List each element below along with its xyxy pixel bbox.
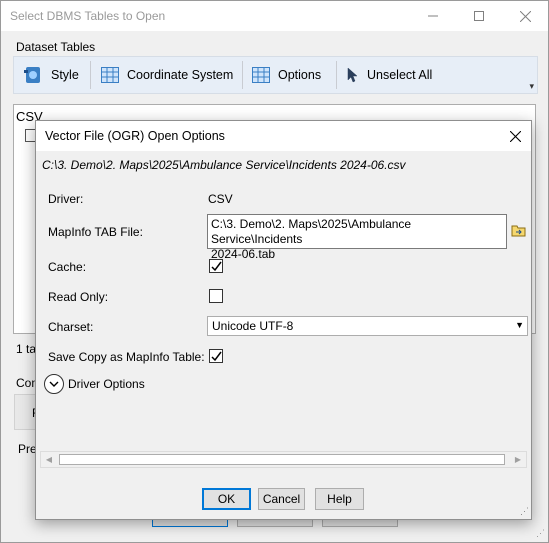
chevron-down-icon (44, 374, 64, 394)
savecopy-label: Save Copy as MapInfo Table: (48, 350, 205, 364)
savecopy-checkbox[interactable] (209, 349, 223, 363)
minimize-icon (428, 15, 438, 17)
folder-icon (511, 225, 526, 237)
checkmark-icon (210, 261, 222, 271)
minimize-button[interactable] (410, 1, 456, 31)
style-label: Style (51, 68, 79, 82)
coordinate-system-icon (101, 67, 119, 83)
scrollbar-thumb[interactable] (59, 454, 505, 465)
charset-label: Charset: (48, 320, 94, 334)
options-icon (252, 67, 270, 83)
tabfile-label: MapInfo TAB File: (48, 225, 143, 239)
cursor-arrow-icon (347, 67, 358, 83)
source-file-path: C:\3. Demo\2. Maps\2025\Ambulance Servic… (42, 158, 406, 172)
dialog-titlebar: Vector File (OGR) Open Options (36, 121, 531, 151)
tabfile-input[interactable]: C:\3. Demo\2. Maps\2025\Ambulance Servic… (207, 214, 507, 261)
style-button[interactable]: Style (23, 57, 79, 93)
toolbar-overflow-icon[interactable]: ▾ (529, 81, 534, 92)
cache-label: Cache: (48, 260, 87, 274)
charset-select[interactable]: Unicode UTF-8 ▼ (207, 316, 528, 336)
unselect-all-button[interactable]: Unselect All (347, 57, 432, 93)
driver-options-expander[interactable]: Driver Options (44, 374, 145, 394)
maximize-button[interactable] (456, 1, 502, 31)
dialog-resize-grip-icon[interactable]: ⋰ (520, 506, 529, 517)
browse-folder-button[interactable] (511, 223, 526, 238)
help-button[interactable]: Help (315, 488, 364, 510)
table-count-text: 1 ta (16, 342, 37, 356)
readonly-checkbox[interactable] (209, 289, 223, 303)
coordinate-system-button[interactable]: Coordinate System (101, 57, 233, 93)
unselect-all-label: Unselect All (367, 68, 433, 82)
toolbar-separator (90, 61, 91, 89)
scroll-right-icon[interactable]: ▶ (510, 452, 526, 467)
parent-window-title: Select DBMS Tables to Open (10, 9, 166, 23)
dialog-close-button[interactable] (499, 121, 531, 151)
preview-label: Pre (18, 442, 37, 456)
ok-button[interactable]: OK (202, 488, 251, 510)
style-icon (24, 67, 40, 83)
charset-value: Unicode UTF-8 (212, 319, 294, 333)
options-button[interactable]: Options (252, 57, 321, 93)
toolbar-separator (336, 61, 337, 89)
maximize-icon (474, 11, 484, 21)
readonly-label: Read Only: (48, 290, 109, 304)
coordinate-system-label: Coordinate System (127, 68, 234, 82)
driver-label: Driver: (48, 192, 84, 206)
scroll-left-icon[interactable]: ◀ (41, 452, 57, 467)
ogr-options-dialog: Vector File (OGR) Open Options C:\3. Dem… (35, 120, 532, 520)
options-label: Options (278, 68, 322, 82)
close-icon (519, 10, 531, 22)
driver-options-label: Driver Options (68, 377, 145, 391)
horizontal-scrollbar[interactable]: ◀ ▶ (40, 451, 527, 468)
dialog-title: Vector File (OGR) Open Options (45, 129, 225, 143)
cancel-button[interactable]: Cancel (258, 488, 305, 510)
dataset-tables-label: Dataset Tables (16, 40, 96, 54)
close-icon (509, 130, 521, 142)
dropdown-arrow-icon: ▼ (515, 320, 524, 330)
close-button[interactable] (502, 1, 548, 31)
resize-grip-icon[interactable]: ⋰ (536, 528, 545, 539)
driver-value: CSV (208, 192, 233, 206)
parent-titlebar: Select DBMS Tables to Open (1, 1, 548, 31)
cache-checkbox[interactable] (209, 259, 223, 273)
checkmark-icon (210, 351, 222, 361)
toolbar-separator (242, 61, 243, 89)
dataset-toolbar: Style Coordinate System Options Unselect… (13, 56, 538, 94)
